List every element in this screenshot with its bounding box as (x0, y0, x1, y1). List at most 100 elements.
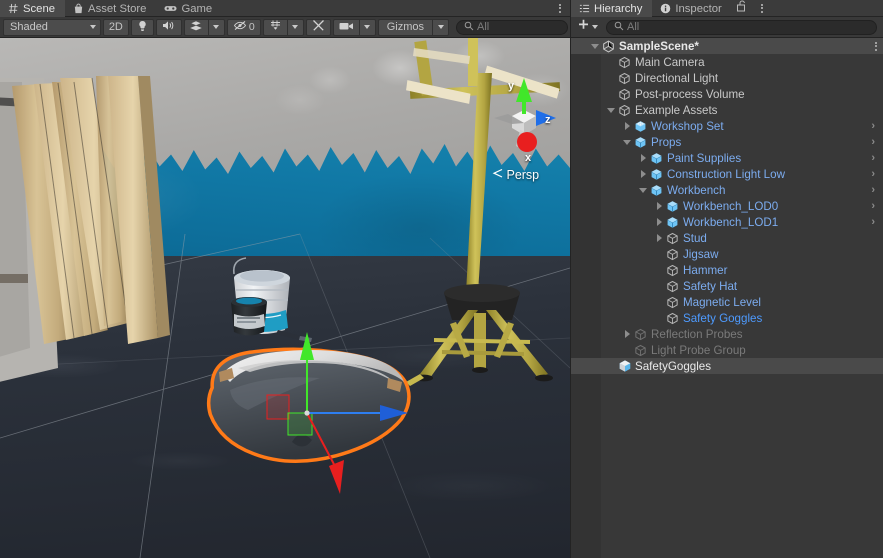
scene-grid-group (263, 19, 304, 36)
grid-snap-icon (269, 19, 282, 35)
grid-snap-toggle[interactable] (263, 19, 287, 36)
hierarchy-row-label: Workbench_LOD0 (680, 200, 778, 213)
hierarchy-overflow-menu[interactable] (752, 0, 772, 16)
open-prefab-chevron-icon[interactable]: › (871, 169, 875, 180)
tab-scene[interactable]: Scene (0, 0, 65, 17)
open-prefab-chevron-icon[interactable]: › (871, 153, 875, 164)
hierarchy-row[interactable]: Post-process Volume (571, 86, 883, 102)
tools-icon (312, 19, 325, 35)
hierarchy-row[interactable]: Construction Light Low› (571, 166, 883, 182)
shopping-bag-icon (73, 3, 84, 14)
expand-arrow-right-icon[interactable] (621, 118, 633, 134)
hierarchy-row[interactable]: Light Probe Group (571, 342, 883, 358)
padlock-open-icon (736, 0, 747, 17)
scene-fx-group (184, 19, 225, 36)
hierarchy-row[interactable]: Jigsaw (571, 246, 883, 262)
hierarchy-row-label: Reflection Probes (648, 328, 743, 341)
expand-arrow-right-icon[interactable] (637, 150, 649, 166)
expand-arrow-right-icon[interactable] (621, 326, 633, 342)
scene-context-menu-icon[interactable] (875, 42, 877, 51)
create-gameobject-button[interactable] (575, 18, 600, 36)
scene-search-input[interactable]: All (456, 20, 568, 35)
scene-audio-toggle[interactable] (156, 19, 182, 36)
hierarchy-row[interactable]: Hammer (571, 262, 883, 278)
hierarchy-row[interactable]: Directional Light (571, 70, 883, 86)
expand-arrow-right-icon[interactable] (653, 198, 665, 214)
scene-fx-dropdown[interactable] (208, 19, 225, 36)
expand-arrow-down-icon[interactable] (589, 38, 601, 54)
projection-mode-label[interactable]: Persp (492, 168, 539, 182)
open-prefab-chevron-icon[interactable]: › (871, 217, 875, 228)
hierarchy-row-label: Safety Hat (680, 280, 737, 293)
open-prefab-chevron-icon[interactable]: › (871, 201, 875, 212)
scene-camera-group (333, 19, 376, 36)
scene-panel: Scene Asset Store Game Shaded (0, 0, 570, 558)
hierarchy-row[interactable]: Safety Goggles (571, 310, 883, 326)
scene-lighting-toggle[interactable] (131, 19, 154, 36)
gizmos-label: Gizmos (387, 21, 424, 33)
plus-icon (577, 18, 590, 36)
hierarchy-row[interactable]: Reflection Probes (571, 326, 883, 342)
gizmos-dropdown[interactable] (432, 19, 449, 36)
prefab-cube-icon (665, 200, 680, 213)
hierarchy-row[interactable]: Props› (571, 134, 883, 150)
scene-fx-toggle[interactable] (184, 19, 208, 36)
expand-arrow-down-icon[interactable] (621, 134, 633, 150)
tab-asset-store[interactable]: Asset Store (65, 0, 156, 17)
hierarchy-row-label: Magnetic Level (680, 296, 761, 309)
tabbar-spacer (222, 0, 550, 16)
expand-arrow-right-icon[interactable] (637, 166, 649, 182)
expand-arrow-down-icon[interactable] (637, 182, 649, 198)
tab-hierarchy[interactable]: Hierarchy (571, 0, 652, 17)
open-prefab-chevron-icon[interactable]: › (871, 137, 875, 148)
2d-toggle-button[interactable]: 2D (103, 19, 129, 36)
hierarchy-row[interactable]: Workbench› (571, 182, 883, 198)
hidden-objects-button[interactable]: 0 (227, 19, 261, 36)
hierarchy-tree[interactable]: SampleScene*Main Camera Directional Light… (571, 38, 883, 558)
tab-game[interactable]: Game (156, 0, 222, 17)
twirl-spacer (653, 294, 665, 310)
eye-slash-icon (233, 20, 247, 34)
expand-arrow-right-icon[interactable] (653, 214, 665, 230)
hierarchy-row[interactable]: Stud (571, 230, 883, 246)
gizmo-axis-y-label: y (508, 80, 514, 92)
hierarchy-row[interactable]: SafetyGoggles (571, 358, 883, 374)
gizmos-button[interactable]: Gizmos (378, 19, 432, 36)
hierarchy-search-value: All (627, 21, 639, 33)
hierarchy-row[interactable]: Workshop Set› (571, 118, 883, 134)
hierarchy-row[interactable]: Main Camera (571, 54, 883, 70)
scene-camera-button[interactable] (333, 19, 359, 36)
open-prefab-chevron-icon[interactable]: › (871, 121, 875, 132)
scene-orientation-gizmo[interactable] (0, 38, 570, 558)
open-prefab-chevron-icon[interactable]: › (871, 185, 875, 196)
hierarchy-row-list: SampleScene*Main Camera Directional Light… (571, 38, 883, 374)
twirl-spacer (653, 310, 665, 326)
gizmos-group: Gizmos (378, 19, 449, 36)
hierarchy-row-label: Directional Light (632, 72, 718, 85)
scene-camera-dropdown[interactable] (359, 19, 376, 36)
shading-mode-dropdown[interactable]: Shaded (3, 19, 101, 36)
hierarchy-search-input[interactable]: All (606, 20, 877, 35)
hierarchy-row[interactable]: Paint Supplies› (571, 150, 883, 166)
hierarchy-row-label: Light Probe Group (648, 344, 746, 357)
tab-inspector[interactable]: Inspector (652, 0, 731, 17)
gizmo-axis-x-label: x (525, 152, 531, 164)
prefab-cube-icon (649, 184, 664, 197)
grid-dropdown[interactable] (287, 19, 304, 36)
expand-arrow-right-icon[interactable] (653, 230, 665, 246)
chevron-down-icon (364, 25, 370, 29)
hierarchy-row[interactable]: Magnetic Level (571, 294, 883, 310)
prefab-cube-icon (649, 168, 664, 181)
scene-tools-button[interactable] (306, 19, 331, 36)
twirl-spacer (605, 358, 617, 374)
hierarchy-row[interactable]: Safety Hat (571, 278, 883, 294)
hierarchy-row[interactable]: SampleScene* (571, 38, 883, 54)
gameobject-cube-icon (665, 312, 680, 325)
hierarchy-row[interactable]: Workbench_LOD1› (571, 214, 883, 230)
scene-viewport[interactable]: y z x Persp (0, 38, 570, 558)
scene-overflow-menu[interactable] (550, 0, 570, 16)
expand-arrow-down-icon[interactable] (605, 102, 617, 118)
hierarchy-row[interactable]: Example Assets (571, 102, 883, 118)
hierarchy-lock-button[interactable] (732, 0, 752, 16)
hierarchy-row[interactable]: Workbench_LOD0 › (571, 198, 883, 214)
